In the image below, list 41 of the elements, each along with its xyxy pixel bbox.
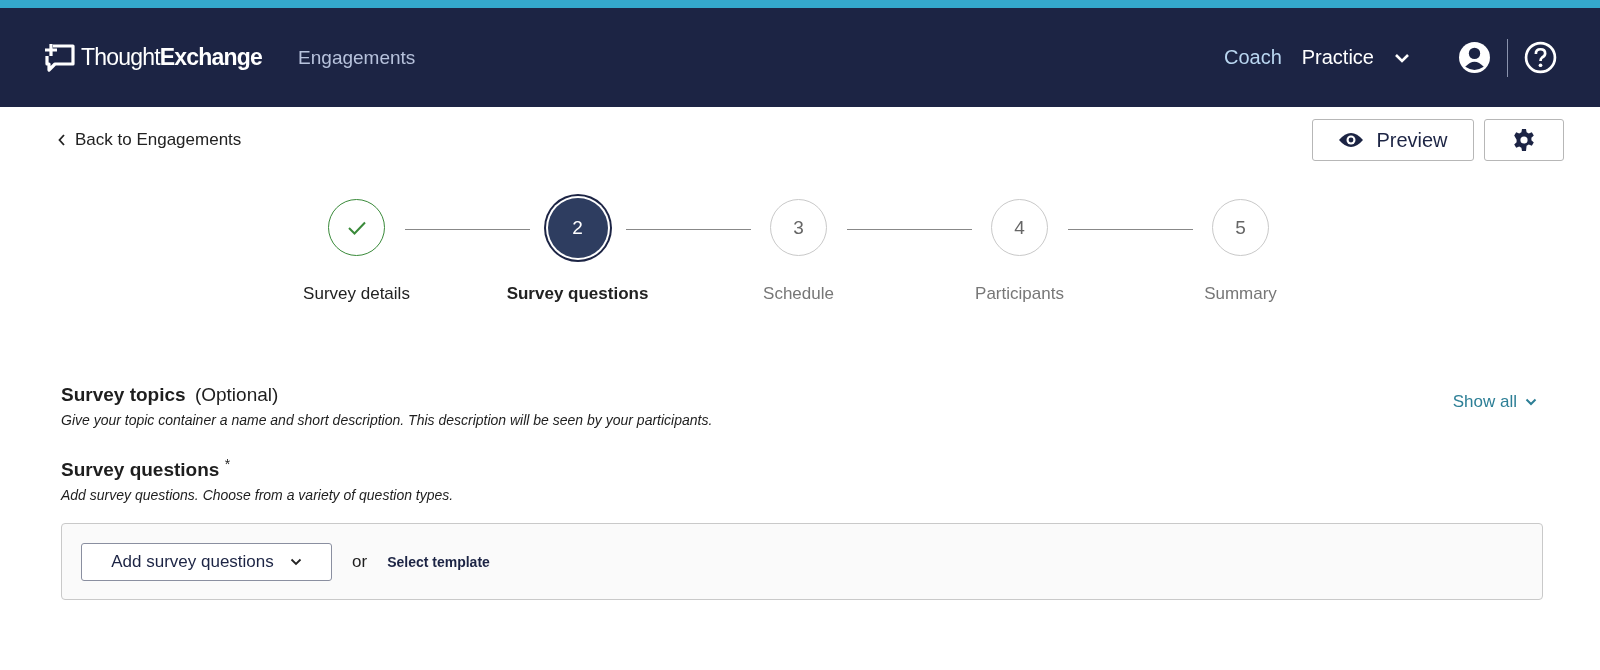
step-label: Participants bbox=[975, 284, 1064, 304]
help-icon[interactable] bbox=[1524, 41, 1557, 74]
section-description: Give your topic container a name and short description. This description will be seen by your participants. bbox=[61, 412, 714, 428]
step-circle[interactable]: 2 bbox=[547, 198, 608, 258]
settings-button[interactable] bbox=[1484, 119, 1564, 161]
step-label: Survey questions bbox=[506, 284, 649, 304]
step-number: 4 bbox=[1014, 216, 1025, 239]
step-number: 3 bbox=[793, 216, 804, 239]
show-all-link[interactable]: Show all bbox=[1452, 392, 1537, 412]
preview-button[interactable]: Preview bbox=[1312, 119, 1474, 161]
section-title: Survey topics bbox=[61, 384, 186, 405]
step-label: Survey details bbox=[303, 284, 410, 304]
chevron-left-icon bbox=[58, 134, 66, 146]
step-number: 2 bbox=[572, 217, 583, 239]
optional-label: (Optional) bbox=[194, 384, 279, 405]
chevron-down-icon bbox=[289, 557, 302, 566]
required-mark: * bbox=[224, 456, 231, 472]
settings-icon bbox=[1512, 128, 1536, 152]
step-label: Schedule bbox=[763, 284, 834, 304]
logo-icon bbox=[43, 41, 77, 74]
brand-name[interactable]: ThoughtExchange bbox=[81, 44, 263, 71]
step-circle[interactable]: 3 bbox=[770, 199, 827, 256]
step-circle[interactable]: 5 bbox=[1212, 199, 1269, 256]
step-label: Summary bbox=[1204, 284, 1277, 304]
practice-dropdown[interactable]: Practice bbox=[1301, 46, 1410, 69]
chevron-down-icon bbox=[1394, 52, 1410, 63]
step-circle[interactable]: 4 bbox=[991, 199, 1048, 256]
nav-link[interactable]: Engagements bbox=[298, 46, 416, 69]
chevron-down-icon bbox=[1525, 398, 1537, 406]
select-template-link[interactable]: Select template bbox=[387, 553, 490, 570]
eye-icon bbox=[1338, 131, 1365, 149]
or-label: or bbox=[352, 551, 368, 572]
user-avatar-icon[interactable] bbox=[1458, 41, 1491, 74]
section-description: Add survey questions. Choose from a variety of question types. bbox=[61, 487, 455, 504]
checkmark-icon bbox=[346, 219, 367, 236]
back-link[interactable]: Back to Engagements bbox=[58, 130, 242, 150]
step-number: 5 bbox=[1235, 216, 1246, 239]
section-title: Survey questions bbox=[61, 459, 220, 481]
add-questions-dropdown[interactable]: Add survey questions bbox=[81, 542, 332, 581]
step-circle[interactable] bbox=[328, 199, 385, 256]
coach-link[interactable]: Coach bbox=[1223, 46, 1282, 69]
